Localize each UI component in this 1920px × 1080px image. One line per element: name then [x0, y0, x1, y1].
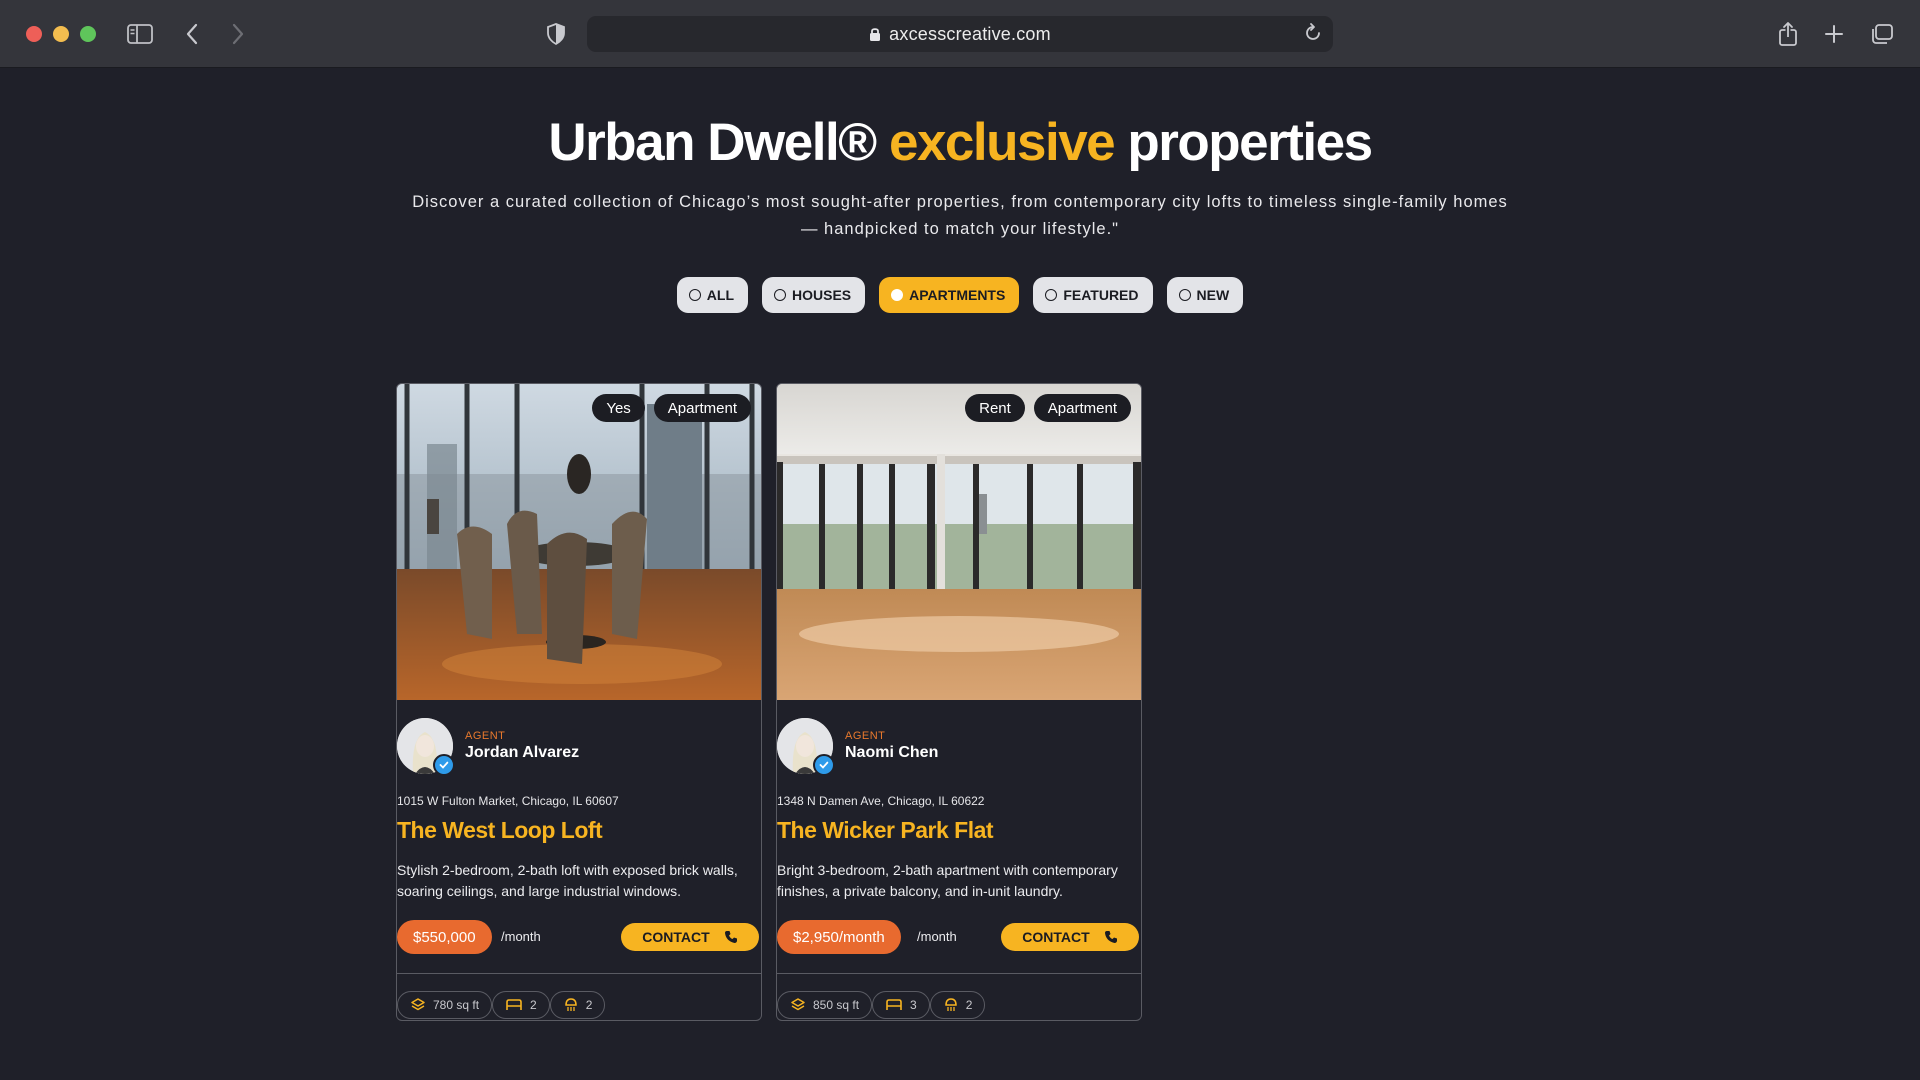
price-row: $2,950/month /month CONTACT	[777, 920, 1141, 954]
spec-list: 780 sq ft 2 2	[397, 991, 606, 1019]
close-window-button[interactable]	[26, 26, 42, 42]
area-spec: 850 sq ft	[777, 991, 873, 1019]
bed-icon	[506, 999, 522, 1010]
agent-name[interactable]: Jordan Alvarez	[465, 744, 579, 762]
agent-info: AGENT Jordan Alvarez	[397, 718, 579, 776]
area-value: 780 sq ft	[433, 998, 480, 1012]
property-photo[interactable]: Yes Apartment	[397, 384, 761, 700]
tag-group: Rent Apartment	[965, 394, 1131, 422]
property-title[interactable]: The Wicker Park Flat	[777, 817, 994, 844]
property-address: 1015 W Fulton Market, Chicago, IL 60607	[397, 794, 619, 808]
filter-featured[interactable]: FEATURED	[1033, 277, 1153, 313]
area-spec: 780 sq ft	[397, 991, 493, 1019]
property-card[interactable]: Yes Apartment AGENT Jordan Alvarez 1015 …	[396, 383, 762, 1021]
type-tag: Apartment	[653, 394, 751, 422]
filter-label: FEATURED	[1063, 287, 1139, 303]
beds-spec: 2	[492, 991, 550, 1019]
sidebar-toggle-icon[interactable]	[124, 18, 156, 50]
property-card[interactable]: Rent Apartment AGENT Naomi Chen 1348 N D…	[776, 383, 1142, 1021]
bed-icon	[886, 999, 902, 1010]
property-title[interactable]: The West Loop Loft	[397, 817, 603, 844]
card-divider	[397, 973, 761, 974]
radio-icon	[1045, 289, 1058, 301]
address-bar[interactable]: axcesscreative.com	[587, 16, 1333, 52]
baths-value: 2	[585, 998, 593, 1012]
baths-spec: 2	[929, 991, 986, 1019]
price-badge: $550,000	[397, 920, 492, 954]
reload-icon[interactable]	[1303, 22, 1323, 49]
beds-value: 3	[910, 998, 917, 1012]
phone-icon	[1104, 931, 1117, 943]
spec-list: 850 sq ft 3 2	[777, 991, 986, 1019]
filter-new[interactable]: NEW	[1166, 277, 1244, 313]
contact-label: CONTACT	[1022, 929, 1090, 945]
headline-suffix: properties	[1127, 113, 1373, 172]
layers-icon	[411, 998, 425, 1011]
filter-label: ALL	[706, 287, 735, 303]
property-address: 1348 N Damen Ave, Chicago, IL 60622	[777, 794, 985, 808]
baths-spec: 2	[549, 991, 606, 1019]
back-arrow-icon[interactable]	[176, 18, 208, 50]
price-period: /month	[501, 929, 541, 944]
property-description: Bright 3-bedroom, 2-bath apartment with …	[777, 862, 1118, 899]
card-divider	[777, 973, 1141, 974]
property-description: Stylish 2-bedroom, 2-bath loft with expo…	[397, 862, 738, 899]
filter-houses[interactable]: HOUSES	[762, 277, 866, 313]
contact-label: CONTACT	[642, 929, 710, 945]
radio-selected-icon	[891, 289, 904, 301]
filter-apartments[interactable]: APARTMENTS	[879, 277, 1020, 313]
contact-button[interactable]: CONTACT	[621, 923, 759, 951]
status-tag: Rent	[965, 394, 1025, 422]
type-tag: Apartment	[1033, 394, 1131, 422]
shower-icon	[564, 998, 577, 1011]
minimize-window-button[interactable]	[53, 26, 69, 42]
agent-info: AGENT Naomi Chen	[777, 718, 938, 776]
shower-icon	[944, 998, 957, 1011]
agent-role: AGENT	[465, 730, 506, 742]
beds-spec: 3	[872, 991, 930, 1019]
avatar[interactable]	[777, 718, 835, 776]
privacy-shield-icon[interactable]	[540, 18, 572, 50]
filter-label: NEW	[1196, 287, 1230, 303]
verified-badge-icon	[433, 754, 455, 776]
property-photo[interactable]: Rent Apartment	[777, 384, 1141, 700]
agent-role: AGENT	[845, 730, 886, 742]
radio-icon	[688, 289, 701, 301]
forward-arrow-icon[interactable]	[222, 18, 254, 50]
contact-button[interactable]: CONTACT	[1001, 923, 1139, 951]
price-row: $550,000 /month CONTACT	[397, 920, 761, 954]
window-controls	[26, 26, 96, 42]
filter-label: APARTMENTS	[909, 287, 1006, 303]
price-period: /month	[917, 929, 957, 944]
beds-value: 2	[530, 998, 537, 1012]
radio-icon	[774, 289, 787, 301]
avatar[interactable]	[397, 718, 455, 776]
verified-badge-icon	[813, 754, 835, 776]
page-headline: Urban Dwell® exclusive properties	[0, 112, 1920, 173]
filter-all[interactable]: ALL	[676, 277, 749, 313]
baths-value: 2	[965, 998, 973, 1012]
headline-brand: Urban Dwell®	[548, 113, 877, 172]
filter-label: HOUSES	[792, 287, 852, 303]
agent-name[interactable]: Naomi Chen	[845, 744, 938, 762]
url-text: axcesscreative.com	[889, 23, 1051, 44]
page-subtitle: Discover a curated collection of Chicago…	[412, 193, 1508, 238]
tag-group: Yes Apartment	[592, 394, 751, 422]
new-tab-icon[interactable]	[1818, 18, 1850, 50]
filter-bar: ALL HOUSES APARTMENTS FEATURED NEW	[0, 277, 1920, 313]
share-icon[interactable]	[1772, 18, 1804, 50]
tab-overview-icon[interactable]	[1866, 18, 1898, 50]
area-value: 850 sq ft	[813, 998, 860, 1012]
layers-icon	[791, 998, 805, 1011]
radio-icon	[1178, 289, 1191, 301]
lock-icon	[870, 28, 881, 41]
browser-toolbar: axcesscreative.com	[0, 0, 1920, 68]
zoom-window-button[interactable]	[80, 26, 96, 42]
status-tag: Yes	[592, 394, 645, 422]
headline-accent: exclusive	[888, 113, 1116, 172]
price-badge: $2,950/month	[777, 920, 901, 954]
phone-icon	[724, 931, 737, 943]
